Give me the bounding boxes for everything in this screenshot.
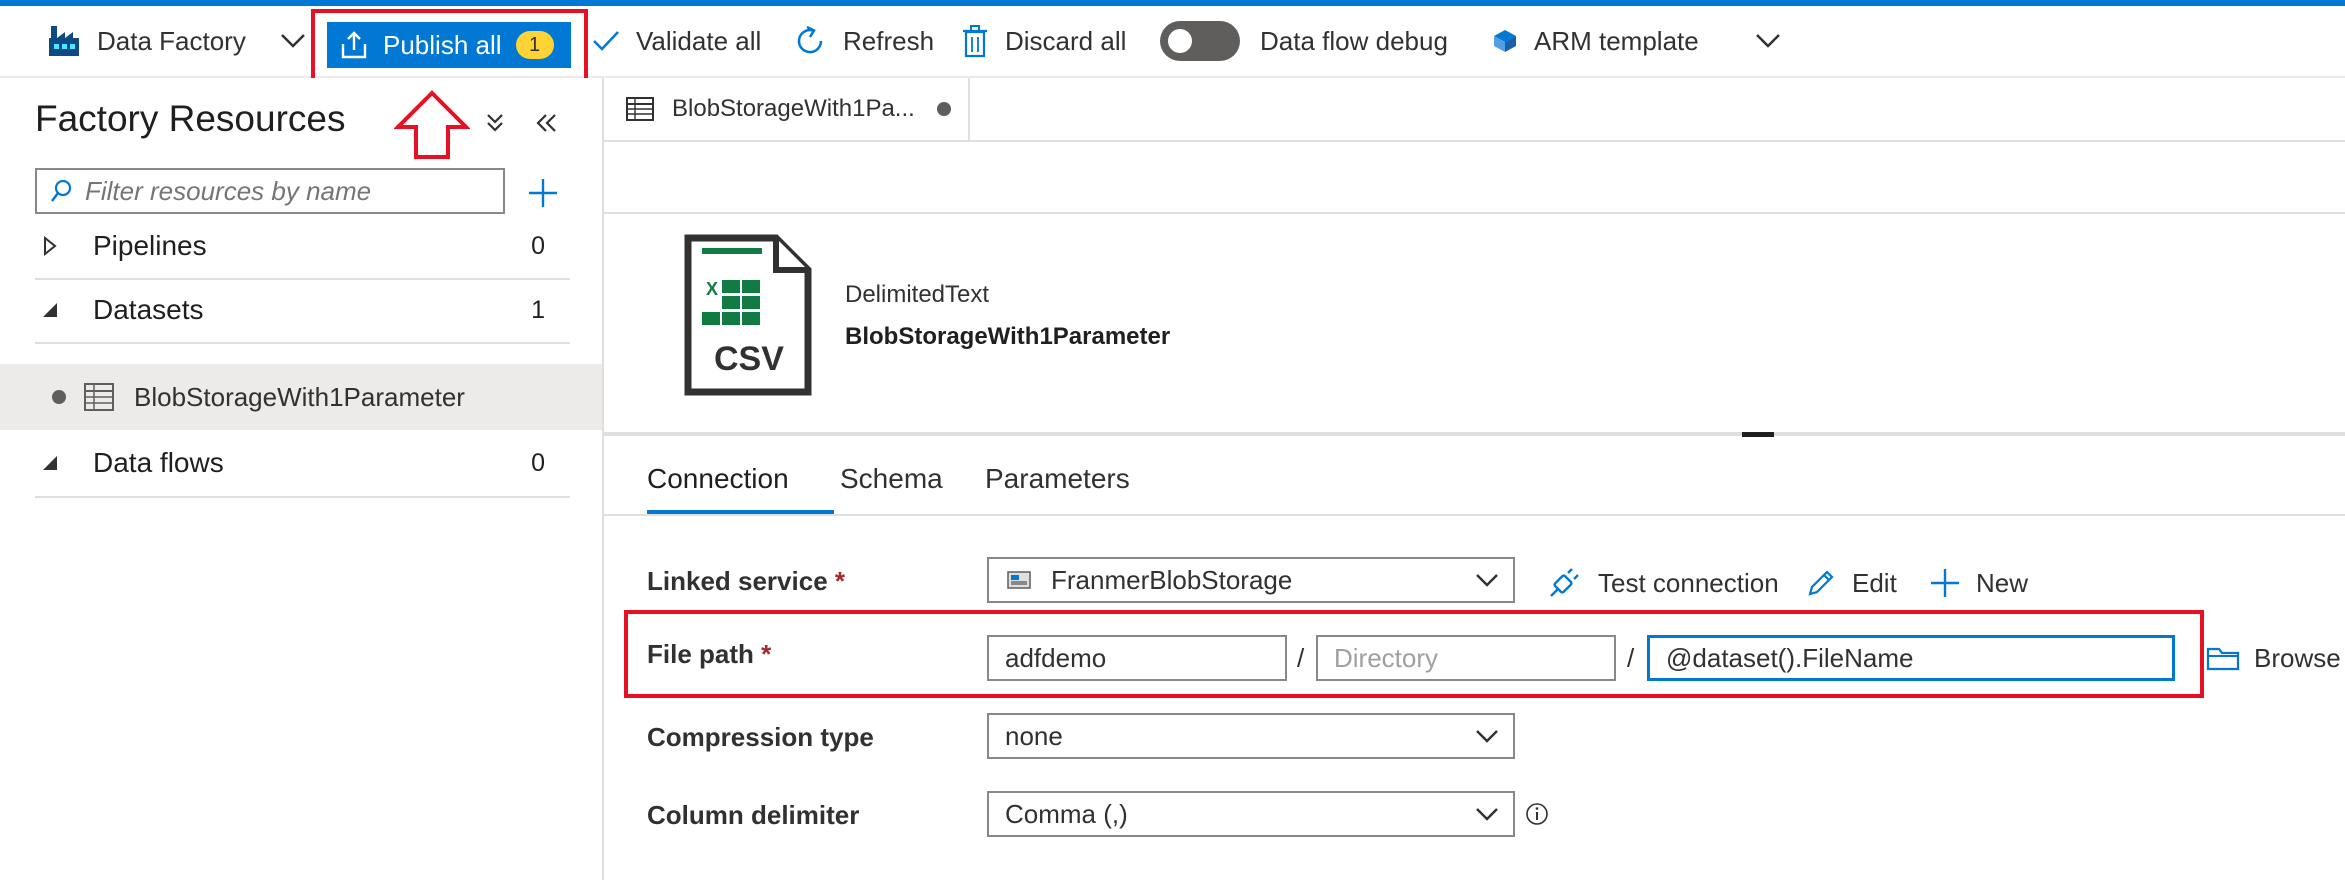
validate-all-button[interactable]: Validate all [592, 12, 761, 70]
cube-icon [1494, 30, 1516, 52]
column-delimiter-label: Column delimiter [647, 800, 860, 830]
data-flow-debug-label: Data flow debug [1260, 25, 1448, 56]
refresh-button[interactable]: Refresh [793, 12, 934, 70]
chevron-down-icon [1476, 730, 1498, 743]
tree-group-pipelines[interactable]: Pipelines 0 [35, 214, 570, 280]
plug-icon [1550, 568, 1579, 597]
table-icon [84, 383, 114, 411]
tree-group-count: 0 [531, 231, 545, 260]
arm-template-label: ARM template [1534, 25, 1699, 56]
test-connection-label: Test connection [1598, 567, 1779, 598]
chevron-down-icon [1476, 574, 1498, 587]
directory-input[interactable] [1316, 635, 1616, 681]
discard-all-label: Discard all [1005, 25, 1127, 56]
tree-group-label: Pipelines [93, 230, 207, 261]
tab-connection[interactable]: Connection [647, 463, 789, 495]
tree-group-data-flows[interactable]: Data flows 0 [35, 430, 570, 498]
add-resource-icon[interactable] [528, 178, 558, 208]
search-input[interactable] [83, 174, 487, 208]
tree-group-datasets[interactable]: Datasets 1 [35, 278, 570, 344]
factory-icon [49, 26, 79, 56]
chevron-down-icon [281, 34, 305, 48]
validate-all-label: Validate all [636, 25, 762, 56]
tab-title: BlobStorageWith1Pa... [672, 95, 915, 122]
compression-type-dropdown[interactable]: none [987, 713, 1515, 759]
linked-service-value: FranmerBlobStorage [1051, 564, 1293, 595]
tab-schema[interactable]: Schema [840, 463, 943, 495]
tree-item-dataset[interactable]: BlobStorageWith1Parameter [0, 364, 602, 430]
refresh-label: Refresh [843, 25, 935, 56]
caret-down-icon [43, 303, 57, 317]
container-input[interactable] [987, 635, 1287, 681]
new-button[interactable]: New [1930, 560, 2028, 606]
header-divider [604, 212, 2345, 214]
panel-title: Factory Resources [35, 98, 346, 139]
document-tab-bar: BlobStorageWith1Pa... [604, 78, 2345, 142]
path-separator: / [1627, 643, 1635, 673]
linked-service-label: Linked service * [647, 566, 846, 596]
subtab-divider [604, 514, 2345, 516]
factory-resources-panel: Factory Resources Pipelines 0 Datasets 1… [0, 78, 604, 880]
tab-parameters[interactable]: Parameters [985, 463, 1130, 495]
unsaved-dot-icon [936, 102, 951, 116]
dataset-type: DelimitedText [845, 281, 990, 308]
required-mark: * [761, 639, 772, 669]
trash-icon [963, 25, 987, 58]
svg-text:X: X [706, 279, 718, 299]
chevron-down-icon [1476, 808, 1498, 821]
pencil-icon [1808, 570, 1834, 596]
file-name-input[interactable] [1647, 635, 2175, 681]
collapse-all-icon[interactable] [484, 112, 506, 134]
publish-highlight-box [311, 9, 588, 84]
edit-label: Edit [1852, 567, 1897, 598]
tree-group-count: 1 [531, 295, 545, 324]
tree-group-label: Datasets [93, 294, 204, 325]
tree-group-count: 0 [531, 448, 545, 477]
csv-file-icon: X CSV [684, 234, 812, 396]
tree-group-label: Data flows [93, 447, 224, 478]
column-delimiter-dropdown[interactable]: Comma (,) [987, 791, 1515, 837]
compression-type-label: Compression type [647, 722, 874, 752]
dataset-name: BlobStorageWith1Parameter [845, 323, 1171, 350]
blob-storage-icon [1007, 571, 1031, 589]
unsaved-dot-icon [52, 390, 66, 404]
file-path-label: File path * [647, 639, 772, 669]
chevron-down-icon [1756, 34, 1780, 48]
folder-icon [2206, 647, 2240, 671]
caret-down-icon [43, 456, 57, 470]
refresh-icon [797, 25, 823, 54]
red-arrow-annotation [394, 90, 470, 159]
linked-service-dropdown[interactable]: FranmerBlobStorage [987, 557, 1515, 603]
table-icon [626, 97, 654, 121]
collapse-panel-icon[interactable] [535, 112, 559, 134]
tab-dataset[interactable]: BlobStorageWith1Pa... [604, 78, 970, 140]
caret-right-icon [44, 236, 57, 256]
splitter[interactable] [604, 432, 2345, 436]
toggle-switch[interactable] [1160, 21, 1240, 61]
factory-label: Data Factory [97, 25, 246, 56]
factory-selector[interactable]: Data Factory [47, 12, 246, 70]
required-mark: * [834, 566, 846, 596]
compression-type-value: none [1005, 720, 1063, 751]
splitter-handle[interactable] [1742, 432, 1774, 437]
edit-button[interactable]: Edit [1806, 560, 1897, 606]
search-icon [51, 179, 72, 202]
new-label: New [1976, 567, 2029, 598]
browse-label: Browse [2254, 642, 2341, 673]
dataset-item-label: BlobStorageWith1Parameter [134, 381, 465, 412]
plus-icon [1931, 569, 1959, 597]
csv-icon-text: CSV [714, 340, 784, 378]
discard-all-button[interactable]: Discard all [961, 12, 1126, 70]
column-delimiter-value: Comma (,) [1005, 798, 1128, 829]
arm-template-button[interactable]: ARM template [1492, 12, 1699, 70]
data-flow-debug-toggle[interactable]: Data flow debug [1160, 12, 1448, 70]
path-separator: / [1297, 643, 1305, 673]
checkmark-icon [593, 31, 619, 51]
toolbar-more-chevron[interactable] [1755, 12, 1797, 70]
resource-search[interactable] [35, 168, 505, 214]
browse-button[interactable]: Browse [2206, 635, 2341, 681]
test-connection-button[interactable]: Test connection [1548, 560, 1779, 606]
info-icon[interactable] [1525, 802, 1549, 826]
